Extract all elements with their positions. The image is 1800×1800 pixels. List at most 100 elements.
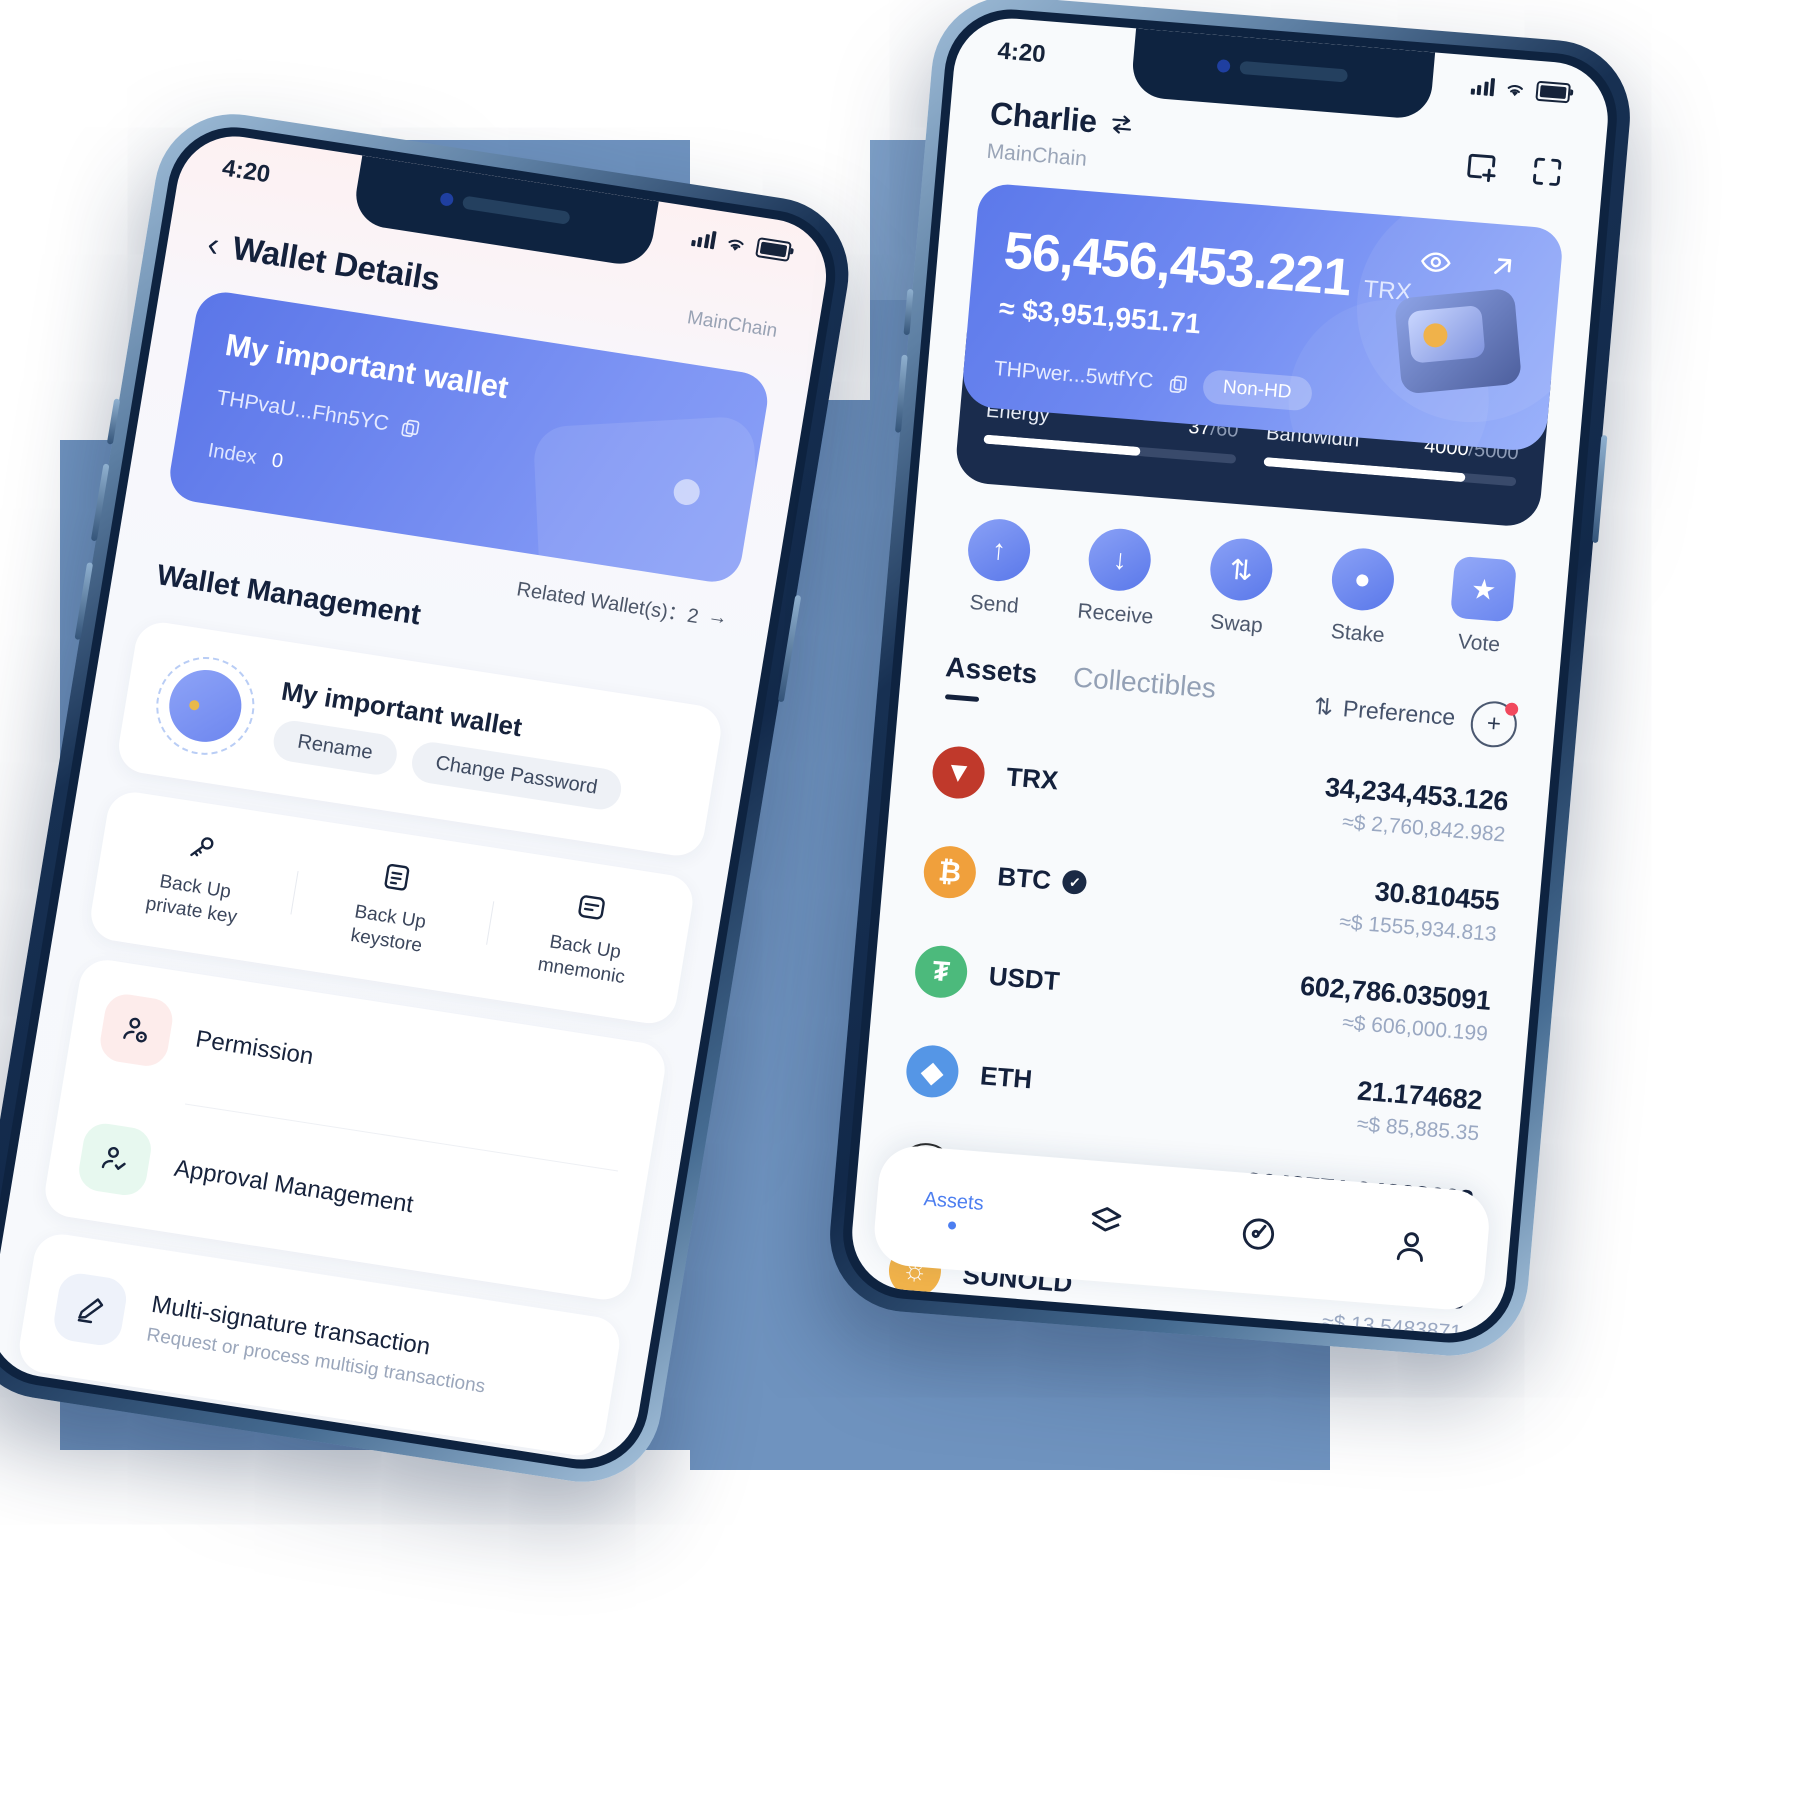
action-label-send: Send	[968, 590, 1020, 618]
account-name-row[interactable]: Charlie	[989, 95, 1137, 143]
wallet-address-row[interactable]: THPvaU...Fhn5YC	[215, 386, 423, 441]
tron-icon: ▼	[930, 744, 987, 801]
balance-amount: 56,456,453.221	[1001, 221, 1354, 308]
backup-mnemonic-label: Back Up mnemonic	[536, 931, 627, 989]
asset-symbol: TRX	[1005, 760, 1060, 796]
earpiece-speaker	[461, 195, 571, 225]
pencil-icon	[51, 1270, 130, 1349]
menu-label-dapp-connection: DApp Connection	[122, 1458, 312, 1468]
copy-icon[interactable]	[398, 415, 423, 440]
switch-icon[interactable]	[1108, 110, 1136, 138]
backup-private-key-button[interactable]: Back Up private key	[92, 817, 302, 937]
layers-icon	[1091, 1207, 1121, 1232]
asset-amount: 21.174682	[1356, 1075, 1484, 1116]
account-header[interactable]: Charlie MainChain	[986, 95, 1137, 175]
swap-icon: ⇅	[1207, 536, 1275, 603]
tether-icon: ₮	[912, 943, 970, 1000]
key-icon	[184, 830, 219, 868]
phone-right-body: 4:20 Charlie MainChain 56,456,453.221 TR…	[837, 4, 1623, 1348]
bottom-nav-assets[interactable]: Assets	[875, 1184, 1031, 1235]
arrow-up-right-icon[interactable]	[1485, 249, 1520, 288]
copy-icon-right[interactable]	[1166, 372, 1190, 396]
eye-icon[interactable]	[1417, 244, 1454, 286]
scan-icon[interactable]	[1528, 152, 1567, 191]
asset-symbol-wrap: ETH	[978, 1059, 1034, 1095]
tab-collectibles[interactable]: Collectibles	[1072, 661, 1217, 704]
front-camera-icon-right	[1216, 59, 1231, 74]
wifi-icon-right	[1507, 84, 1523, 96]
asset-usd-value: ≈$ 1555,934.813	[1338, 910, 1498, 946]
action-receive[interactable]: ↓ Receive	[1054, 524, 1184, 631]
add-token-icon[interactable]: +	[1468, 699, 1519, 750]
quick-actions: ↑ Send ↓ Receive ⇅ Swap ● Stake ★ Vote	[932, 514, 1547, 660]
mnemonic-icon	[574, 891, 609, 929]
bottom-nav-profile[interactable]	[1332, 1220, 1488, 1272]
rename-button[interactable]: Rename	[270, 718, 400, 778]
scene: 4:20 ‹ Wallet Details MainChain My impor…	[0, 0, 1800, 1800]
action-label-stake: Stake	[1329, 620, 1386, 648]
asset-usd-value: ≈$ 85,885.35	[1355, 1112, 1481, 1145]
asset-amount: 30.810455	[1373, 875, 1501, 916]
header-actions	[1462, 147, 1567, 191]
backup-keystore-button[interactable]: Back Up keystore	[287, 848, 497, 968]
asset-symbol-wrap: TRX	[1005, 760, 1060, 796]
asset-values: 602,786.035091 ≈$ 606,000.199	[1296, 970, 1492, 1046]
asset-symbol: BTC	[996, 860, 1053, 895]
asset-symbol: USDT	[987, 960, 1061, 996]
signal-icon-right	[1470, 76, 1496, 97]
bottom-nav-layers[interactable]	[1027, 1196, 1183, 1248]
status-time-right: 4:20	[996, 37, 1047, 69]
arrow-down-icon: ↓	[1086, 526, 1154, 594]
back-chevron-icon[interactable]: ‹	[205, 225, 222, 264]
preference-button[interactable]: ⇅ Preference	[1313, 693, 1457, 731]
user-check-icon	[75, 1120, 155, 1199]
user-permission-icon	[97, 991, 176, 1069]
verified-badge-icon: ✓	[1061, 869, 1088, 896]
menu-label-approval-management: Approval Management	[172, 1154, 416, 1219]
wallet-index-value: 0	[270, 449, 285, 473]
shield-icon: ●	[1328, 545, 1397, 613]
arrow-up-icon: ↑	[965, 516, 1033, 584]
wallet-address: THPvaU...Fhn5YC	[214, 386, 391, 436]
action-vote[interactable]: ★ Vote	[1417, 553, 1547, 660]
balance-address-row[interactable]: THPwer...5wtfYC Non-HD	[992, 352, 1313, 412]
bottom-nav-discover[interactable]	[1180, 1208, 1336, 1260]
notch-right	[1130, 28, 1436, 121]
asset-tabs: Assets Collectibles	[944, 651, 1217, 705]
backup-keystore-label: Back Up keystore	[349, 901, 428, 957]
wallet-avatar-icon[interactable]	[148, 650, 262, 762]
chain-label-right: MainChain	[985, 139, 1088, 171]
wallet-index-label: Index	[206, 439, 259, 469]
phone-right-screen: 4:20 Charlie MainChain 56,456,453.221 TR…	[847, 14, 1613, 1338]
wallet-3d-icon	[1394, 287, 1523, 395]
backdrop-mask-bottom	[0, 1470, 1800, 1800]
tab-assets[interactable]: Assets	[944, 651, 1038, 690]
hd-badge: Non-HD	[1201, 368, 1313, 412]
menu-label-permission: Permission	[193, 1025, 316, 1071]
balance-card[interactable]: 56,456,453.221 TRX ≈ $3,951,951.71 THPwe…	[960, 182, 1565, 453]
add-wallet-icon[interactable]	[1462, 147, 1501, 186]
wifi-icon	[728, 239, 744, 251]
bitcoin-icon: ₿	[921, 844, 979, 901]
profile-icon	[1396, 1232, 1423, 1262]
status-icons-right	[1470, 75, 1571, 104]
action-send[interactable]: ↑ Send	[932, 514, 1062, 621]
asset-symbol-wrap: USDT	[988, 960, 1061, 997]
action-stake[interactable]: ● Stake	[1296, 544, 1426, 651]
asset-symbol: ETH	[978, 1059, 1034, 1094]
front-camera-icon	[439, 192, 455, 207]
wallet-index-row: Index 0	[206, 439, 284, 473]
action-label-swap: Swap	[1209, 610, 1264, 638]
related-wallets-link[interactable]: Related Wallet(s)：2 →	[515, 572, 730, 633]
action-swap[interactable]: ⇅ Swap	[1175, 534, 1305, 641]
ethereum-icon: ◆	[904, 1043, 961, 1100]
phone-right: 4:20 Charlie MainChain 56,456,453.221 TR…	[823, 0, 1637, 1362]
asset-symbol-wrap: BTC ✓	[996, 861, 1088, 899]
action-label-vote: Vote	[1456, 630, 1501, 657]
backup-mnemonic-button[interactable]: Back Up mnemonic	[482, 878, 692, 998]
signal-icon	[690, 228, 717, 250]
status-time: 4:20	[220, 154, 273, 189]
backup-private-key-label: Back Up private key	[144, 871, 239, 929]
bottom-nav-label-assets: Assets	[922, 1187, 985, 1215]
discover-icon	[1242, 1218, 1274, 1250]
